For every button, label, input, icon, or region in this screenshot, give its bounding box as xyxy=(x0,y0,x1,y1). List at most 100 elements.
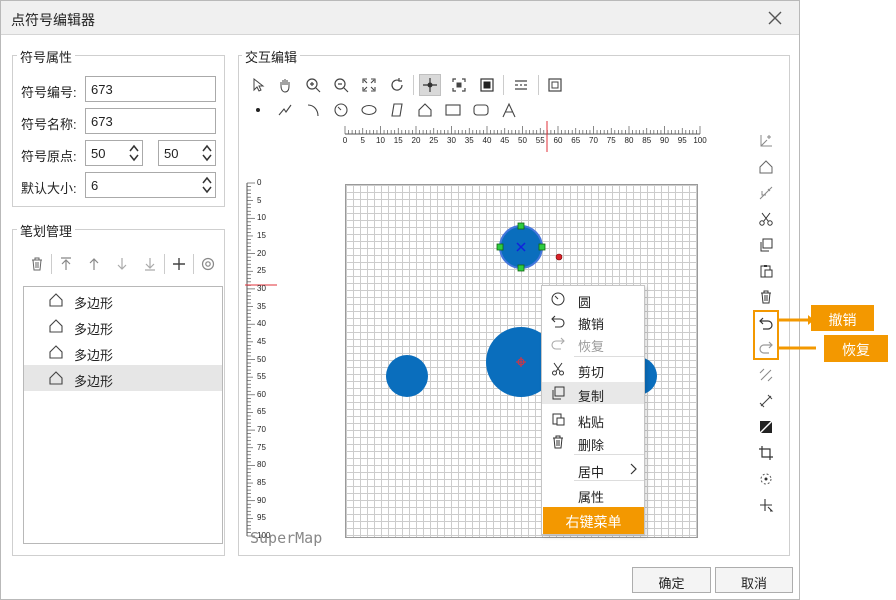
point-icon[interactable] xyxy=(247,99,269,121)
callout-arrows xyxy=(778,315,816,350)
copy-icon[interactable] xyxy=(755,234,777,256)
context-menu-item[interactable]: 删除 xyxy=(542,431,644,453)
toolbar-divider xyxy=(193,254,194,274)
crop-icon[interactable] xyxy=(755,442,777,464)
ruler-label: 85 xyxy=(257,478,266,488)
settings-icon[interactable] xyxy=(197,253,219,275)
symbol-name-field[interactable]: 673 xyxy=(85,108,216,134)
context-menu-item-label: 删除 xyxy=(578,438,605,453)
redo-icon[interactable] xyxy=(755,336,777,358)
paste-icon[interactable] xyxy=(755,260,777,282)
circle-icon xyxy=(551,292,565,306)
context-menu-item[interactable]: 复制 xyxy=(542,382,644,404)
paste-icon xyxy=(552,413,565,426)
small-circle-shape[interactable] xyxy=(386,355,428,397)
context-menu-item[interactable]: 属性 xyxy=(542,483,644,505)
ruler-label: 70 xyxy=(257,425,266,435)
spin-arrows-icon[interactable] xyxy=(128,143,140,163)
add-icon[interactable] xyxy=(168,253,190,275)
undo-icon xyxy=(551,315,565,328)
drawing-canvas[interactable] xyxy=(345,184,698,538)
zoom-out-icon[interactable] xyxy=(330,74,352,96)
ok-button[interactable]: 确定 xyxy=(632,567,711,593)
origin-x-stepper[interactable]: 50 xyxy=(85,140,143,166)
toolbar-divider xyxy=(164,254,165,274)
break-line-icon[interactable] xyxy=(755,182,777,204)
cancel-button[interactable]: 取消 xyxy=(715,567,793,593)
circle-tool-icon[interactable] xyxy=(330,99,352,121)
scissors-icon xyxy=(552,362,564,376)
full-extent-icon[interactable] xyxy=(358,74,380,96)
pan-hand-icon[interactable] xyxy=(274,74,296,96)
stroke-list[interactable]: 多边形 多边形 多边形 多边形 xyxy=(23,286,223,544)
move-to-top-icon[interactable] xyxy=(55,253,77,275)
undo-icon[interactable] xyxy=(755,312,777,334)
ruler-label: 5 xyxy=(257,195,262,205)
edit-node-icon[interactable] xyxy=(755,156,777,178)
context-menu-item-label: 圆 xyxy=(578,295,592,310)
center-view-icon[interactable] xyxy=(448,74,470,96)
context-menu-item[interactable]: 恢复 xyxy=(542,332,644,354)
stroke-management-legend: 笔划管理 xyxy=(17,221,76,240)
ruler-label: 75 xyxy=(257,442,266,452)
context-menu-item[interactable]: 圆 xyxy=(542,288,644,310)
fill-square-icon[interactable] xyxy=(476,74,498,96)
delete-icon xyxy=(553,435,563,449)
rectangle-icon[interactable] xyxy=(442,99,464,121)
delete-icon[interactable] xyxy=(755,286,777,308)
selection-handle[interactable] xyxy=(517,264,525,272)
origin-x-value: 50 xyxy=(91,146,106,161)
rounded-rectangle-icon[interactable] xyxy=(470,99,492,121)
select-arrow-icon[interactable] xyxy=(247,74,269,96)
context-menu-item[interactable]: 居中 xyxy=(542,458,644,480)
fit-frame-icon[interactable] xyxy=(544,74,566,96)
ruler-label: 35 xyxy=(257,301,266,311)
context-menu-item[interactable]: 粘贴 xyxy=(542,408,644,430)
context-menu-item-label: 属性 xyxy=(578,490,605,505)
close-icon[interactable] xyxy=(766,9,784,27)
canvas-shapes xyxy=(386,222,657,397)
selection-handle[interactable] xyxy=(496,243,504,251)
selection-handle[interactable] xyxy=(538,243,546,251)
hatch-fill-icon[interactable] xyxy=(755,416,777,438)
ruler-label: 60 xyxy=(257,389,266,399)
rotate-center-icon[interactable] xyxy=(755,468,777,490)
list-item[interactable]: 多边形 xyxy=(24,365,222,391)
parallelogram-icon[interactable] xyxy=(386,99,408,121)
symbol-id-field[interactable]: 673 xyxy=(85,76,216,102)
redo-callout: 恢复 xyxy=(824,335,888,362)
cut-scissors-icon[interactable] xyxy=(755,208,777,230)
snap-cross-icon[interactable] xyxy=(419,74,441,96)
symbol-id-label: 符号编号: xyxy=(21,85,77,100)
line-style-icon[interactable] xyxy=(510,74,532,96)
move-to-bottom-icon[interactable] xyxy=(139,253,161,275)
refresh-icon[interactable] xyxy=(386,74,408,96)
mirror-horizontal-icon[interactable] xyxy=(755,364,777,386)
origin-y-stepper[interactable]: 50 xyxy=(158,140,216,166)
context-menu-item[interactable]: 剪切 xyxy=(542,358,644,380)
list-item[interactable]: 多边形 xyxy=(24,339,222,365)
list-item[interactable]: 多边形 xyxy=(24,313,222,339)
menu-separator xyxy=(574,454,644,455)
mirror-vertical-icon[interactable] xyxy=(755,390,777,412)
list-item-label: 多边形 xyxy=(74,322,114,337)
move-origin-icon[interactable] xyxy=(755,494,777,516)
polyline-icon[interactable] xyxy=(274,99,296,121)
context-menu: 圆撤销 恢复 剪切 复制 粘贴 删除 居中 属性 右键菜单 xyxy=(541,285,645,535)
text-icon[interactable] xyxy=(498,99,520,121)
move-up-icon[interactable] xyxy=(83,253,105,275)
zoom-in-icon[interactable] xyxy=(302,74,324,96)
polygon-icon[interactable] xyxy=(414,99,436,121)
context-menu-item[interactable]: 撤销 xyxy=(542,310,644,332)
spin-arrows-icon[interactable] xyxy=(201,175,213,195)
selection-handle[interactable] xyxy=(517,222,525,230)
default-size-stepper[interactable]: 6 xyxy=(85,172,216,198)
delete-stroke-icon[interactable] xyxy=(26,253,48,275)
origin-marker[interactable] xyxy=(555,253,563,261)
arc-icon[interactable] xyxy=(302,99,324,121)
list-item[interactable]: 多边形 xyxy=(24,287,222,313)
move-down-icon[interactable] xyxy=(111,253,133,275)
add-node-icon[interactable] xyxy=(755,130,777,152)
spin-arrows-icon[interactable] xyxy=(201,143,213,163)
ellipse-icon[interactable] xyxy=(358,99,380,121)
